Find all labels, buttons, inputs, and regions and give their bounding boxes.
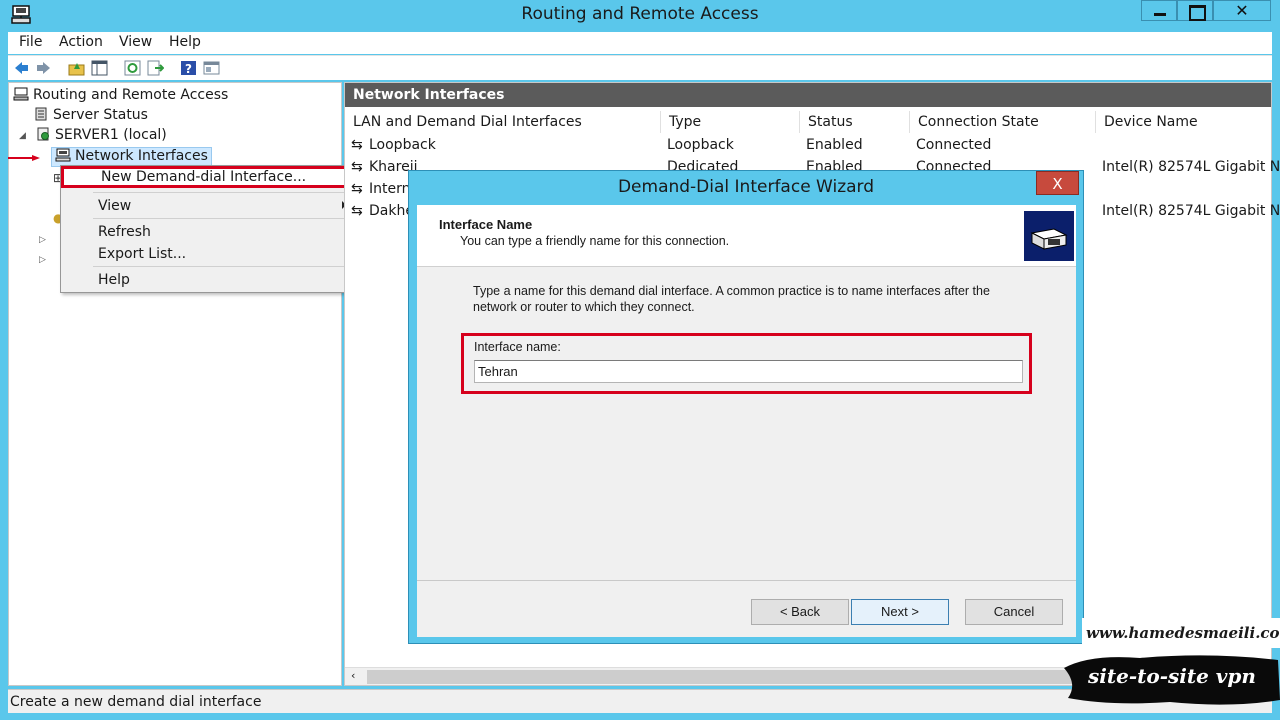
wizard-header: Interface Name You can type a friendly n…: [417, 205, 1076, 267]
pane-title: Network Interfaces: [345, 83, 1271, 107]
network-interfaces-icon: [55, 148, 71, 162]
close-button[interactable]: ✕: [1213, 0, 1271, 21]
table-cell: Loopback: [369, 137, 436, 153]
toolbar: ?: [8, 55, 1272, 80]
tree-item-root[interactable]: Routing and Remote Access: [13, 87, 228, 107]
back-arrow-icon[interactable]: [13, 60, 30, 76]
column-header-connection-state[interactable]: Connection State: [910, 111, 1096, 133]
watermark-tag: site-to-site vpn: [1088, 664, 1256, 688]
close-icon: ✕: [1235, 1, 1249, 20]
export-list-icon[interactable]: [147, 60, 164, 76]
wizard-title: Demand-Dial Interface Wizard: [617, 177, 875, 197]
up-folder-icon[interactable]: [68, 60, 85, 76]
table-cell: Intel(R) 82574L Gigabit N: [1102, 159, 1280, 175]
wizard-close-button[interactable]: X: [1036, 171, 1079, 195]
interface-icon: ⇆: [351, 159, 363, 175]
server-status-icon: [35, 107, 47, 121]
table-cell: Intern: [369, 181, 411, 197]
menu-action[interactable]: Action: [59, 34, 103, 50]
interface-icon: ⇆: [351, 181, 363, 197]
wizard-heading: Interface Name: [439, 217, 533, 232]
svg-text:?: ?: [185, 62, 192, 76]
interface-name-label: Interface name:: [474, 340, 561, 354]
refresh-menu-item[interactable]: Refresh: [61, 221, 356, 243]
show-hide-tree-icon[interactable]: [91, 60, 108, 76]
export-list-menu-item[interactable]: Export List...: [61, 243, 356, 265]
network-connection-icon: [1024, 211, 1074, 261]
tree-item-server[interactable]: SERVER1 (local): [35, 127, 167, 147]
table-cell: Intel(R) 82574L Gigabit N: [1102, 203, 1280, 219]
wizard-body: Interface Name You can type a friendly n…: [417, 205, 1076, 637]
wizard-dialog: Demand-Dial Interface Wizard X Interface…: [408, 170, 1084, 644]
menu-separator: [93, 192, 355, 193]
menu-separator: [93, 266, 355, 267]
menu-help[interactable]: Help: [169, 34, 201, 50]
context-menu: New Demand-dial Interface... View Refres…: [60, 165, 357, 293]
view-menu-item[interactable]: View: [61, 195, 356, 217]
column-header-interfaces[interactable]: LAN and Demand Dial Interfaces: [345, 111, 661, 133]
interface-icon: ⇆: [351, 137, 363, 153]
refresh-icon[interactable]: [124, 60, 141, 76]
table-cell: Loopback: [667, 137, 734, 153]
routing-icon: [13, 87, 29, 101]
help-icon[interactable]: ?: [180, 60, 197, 76]
interface-name-group: Interface name: Tehran: [461, 333, 1032, 394]
tree-item-network-interfaces[interactable]: Network Interfaces: [51, 147, 212, 167]
back-button[interactable]: < Back: [751, 599, 849, 625]
wizard-description: Type a name for this demand dial interfa…: [473, 284, 990, 314]
watermark-url: www.hamedesmaeili.com: [1082, 618, 1280, 648]
next-button[interactable]: Next >: [851, 599, 949, 625]
server-icon: [37, 127, 49, 141]
wizard-subheading: You can type a friendly name for this co…: [460, 234, 730, 248]
wizard-divider: [417, 580, 1076, 581]
minimize-button[interactable]: [1141, 0, 1177, 21]
scroll-left-icon[interactable]: ‹: [351, 669, 355, 682]
window-title: Routing and Remote Access: [521, 4, 759, 24]
new-demand-dial-interface-item[interactable]: New Demand-dial Interface...: [61, 166, 356, 188]
menu-view[interactable]: View: [119, 34, 152, 50]
column-header-type[interactable]: Type: [661, 111, 800, 133]
column-header-status[interactable]: Status: [800, 111, 910, 133]
menu-bar: File Action View Help: [8, 32, 1272, 54]
cancel-button[interactable]: Cancel: [965, 599, 1063, 625]
interface-name-input[interactable]: Tehran: [474, 360, 1023, 383]
help-menu-item[interactable]: Help: [61, 269, 356, 291]
expand-arrow-icon[interactable]: ▷: [39, 255, 46, 265]
tree-item-server-status[interactable]: Server Status: [33, 107, 148, 127]
expand-arrow-icon[interactable]: ▷: [39, 235, 46, 245]
menu-separator: [93, 218, 355, 219]
title-bar: Routing and Remote Access ✕: [0, 0, 1280, 30]
forward-arrow-icon[interactable]: [35, 60, 52, 76]
table-cell: Enabled: [806, 137, 863, 153]
pointer-arrow-icon: [8, 155, 40, 161]
column-header-device-name[interactable]: Device Name: [1096, 111, 1271, 133]
interface-icon: ⇆: [351, 203, 363, 219]
properties-icon[interactable]: [203, 60, 220, 76]
maximize-button[interactable]: [1177, 0, 1213, 21]
collapse-arrow-icon[interactable]: ◢: [19, 131, 26, 141]
menu-file[interactable]: File: [19, 34, 42, 50]
table-cell: Connected: [916, 137, 992, 153]
